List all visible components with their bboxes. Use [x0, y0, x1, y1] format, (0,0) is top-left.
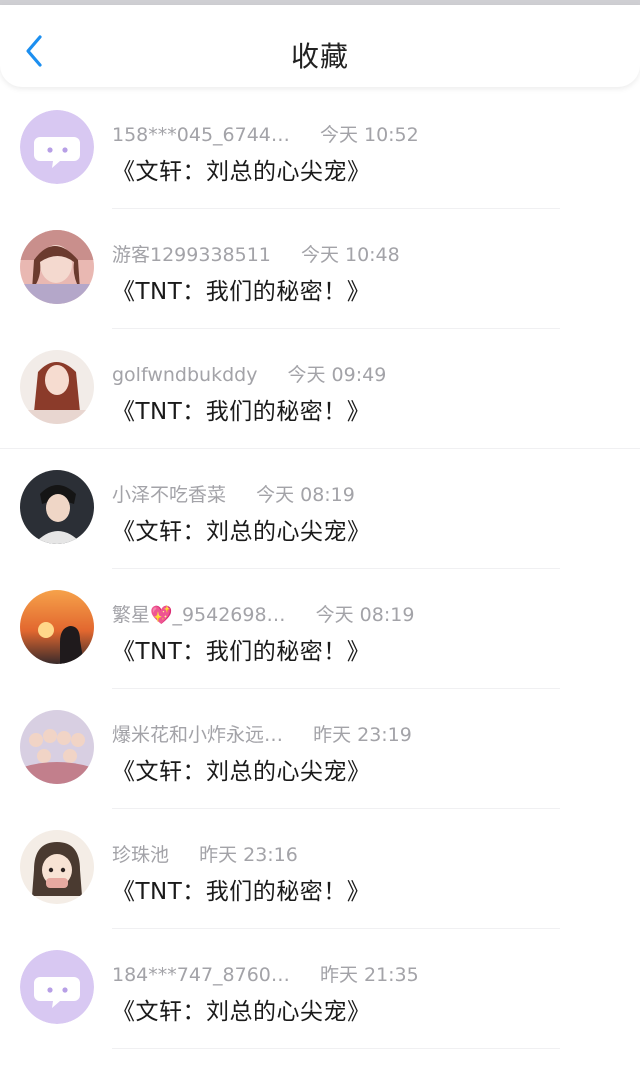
- divider: [112, 928, 560, 929]
- avatar[interactable]: [20, 110, 94, 184]
- timestamp: 昨天 23:16: [199, 844, 298, 866]
- avatar[interactable]: [20, 350, 94, 424]
- divider: [112, 328, 560, 329]
- list-item[interactable]: 繁星💖_9542698… 今天 08:19 《TNT：我们的秘密！》: [0, 570, 640, 690]
- user-name: 珍珠池: [112, 844, 170, 866]
- chat-bubble-icon: [20, 950, 94, 1024]
- avatar[interactable]: [20, 830, 94, 904]
- list-item[interactable]: 游客1299338511 今天 10:48 《TNT：我们的秘密！》: [0, 210, 640, 330]
- book-title[interactable]: 《TNT：我们的秘密！》: [112, 392, 370, 426]
- chat-bubble-icon: [20, 110, 94, 184]
- avatar[interactable]: [20, 590, 94, 664]
- avatar[interactable]: [20, 710, 94, 784]
- divider: [112, 808, 560, 809]
- book-title[interactable]: 《TNT：我们的秘密！》: [112, 632, 370, 666]
- user-name: 小泽不吃香菜: [112, 484, 227, 506]
- avatar[interactable]: [20, 230, 94, 304]
- item-meta: 158***045_6744… 今天 10:52: [112, 120, 419, 147]
- divider: [112, 208, 560, 209]
- nav-header: 收藏: [0, 5, 640, 87]
- timestamp: 今天 08:19: [256, 484, 355, 506]
- list-item[interactable]: 158***045_6744… 今天 10:52 《文轩：刘总的心尖宠》: [0, 90, 640, 210]
- book-title[interactable]: 《文轩：刘总的心尖宠》: [112, 152, 371, 186]
- photo-girl-icon: [20, 230, 94, 304]
- divider: [112, 568, 560, 569]
- avatar[interactable]: [20, 950, 94, 1024]
- user-name: 爆米花和小炸永远…: [112, 724, 284, 746]
- group-photo-icon: [20, 710, 94, 784]
- item-meta: 184***747_8760… 昨天 21:35: [112, 960, 419, 987]
- heart-emoji: 💖: [150, 605, 173, 626]
- item-meta: 爆米花和小炸永远… 昨天 23:19: [112, 720, 412, 747]
- avatar[interactable]: [20, 470, 94, 544]
- user-name: 158***045_6744…: [112, 124, 290, 146]
- list-item[interactable]: 珍珠池 昨天 23:16 《TNT：我们的秘密！》: [0, 810, 640, 930]
- list-item[interactable]: 小泽不吃香菜 今天 08:19 《文轩：刘总的心尖宠》: [0, 450, 640, 570]
- divider: [112, 1048, 560, 1049]
- item-meta: 游客1299338511 今天 10:48: [112, 240, 400, 267]
- divider: [0, 448, 640, 449]
- user-name: 繁星💖_9542698…: [112, 604, 286, 626]
- timestamp: 今天 10:48: [300, 244, 400, 266]
- item-meta: 珍珠池 昨天 23:16: [112, 840, 298, 867]
- user-name: 184***747_8760…: [112, 964, 290, 986]
- sunset-silhouette-icon: [20, 590, 94, 664]
- timestamp: 今天 08:19: [315, 604, 415, 626]
- book-title[interactable]: 《文轩：刘总的心尖宠》: [112, 512, 371, 546]
- timestamp: 昨天 23:19: [313, 724, 412, 746]
- user-name: golfwndbukddy: [112, 364, 258, 386]
- timestamp: 今天 09:49: [287, 364, 387, 386]
- list-item[interactable]: 184***747_8760… 昨天 21:35 《文轩：刘总的心尖宠》: [0, 930, 640, 1050]
- cartoon-girl-icon: [20, 830, 94, 904]
- page-title: 收藏: [290, 40, 349, 73]
- photo-boy-icon: [20, 470, 94, 544]
- book-title[interactable]: 《文轩：刘总的心尖宠》: [112, 752, 371, 786]
- user-name: 游客1299338511: [112, 244, 271, 266]
- book-title[interactable]: 《TNT：我们的秘密！》: [112, 872, 370, 906]
- book-title[interactable]: 《文轩：刘总的心尖宠》: [112, 992, 371, 1026]
- divider: [112, 688, 560, 689]
- item-meta: 繁星💖_9542698… 今天 08:19: [112, 600, 414, 627]
- book-title[interactable]: 《TNT：我们的秘密！》: [112, 272, 370, 306]
- timestamp: 昨天 21:35: [319, 964, 419, 986]
- list-item[interactable]: golfwndbukddy 今天 09:49 《TNT：我们的秘密！》: [0, 330, 640, 450]
- item-meta: 小泽不吃香菜 今天 08:19: [112, 480, 355, 507]
- item-meta: golfwndbukddy 今天 09:49: [112, 360, 386, 387]
- photo-girl-icon: [20, 350, 94, 424]
- timestamp: 今天 10:52: [319, 124, 419, 146]
- list-item[interactable]: 爆米花和小炸永远… 昨天 23:19 《文轩：刘总的心尖宠》: [0, 690, 640, 810]
